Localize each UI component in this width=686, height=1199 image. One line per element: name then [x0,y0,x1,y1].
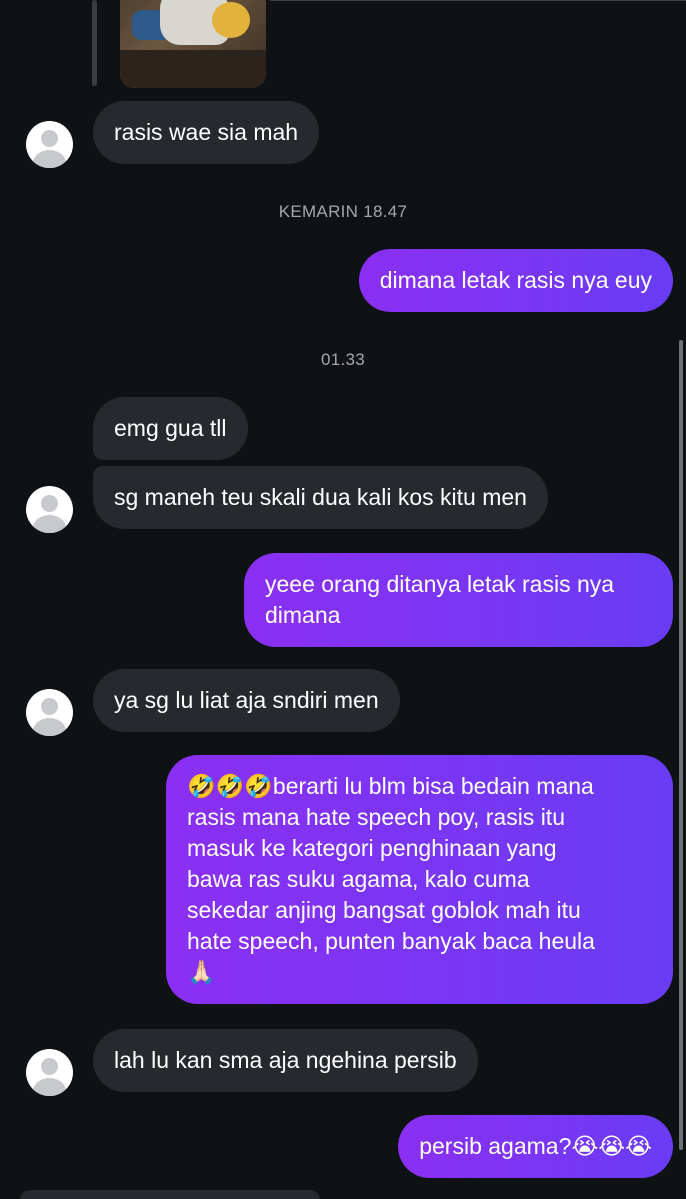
partial-message-bubble [20,1190,320,1199]
timestamp: KEMARIN 18.47 [278,202,408,221]
incoming-message-bubble[interactable]: lah lu kan sma aja ngehina persib [93,1029,478,1092]
reply-indicator-bar [92,0,97,86]
avatar[interactable] [26,1049,73,1096]
avatar[interactable] [26,486,73,533]
avatar[interactable] [26,689,73,736]
incoming-message-bubble[interactable]: emg gua tll [93,397,248,460]
incoming-message-bubble[interactable]: ya sg lu liat aja sndiri men [93,669,400,732]
top-divider [270,0,686,1]
outgoing-message-bubble[interactable]: yeee orang ditanya letak rasis nya diman… [244,553,673,647]
timestamp: 01.33 [320,350,366,369]
scrollbar[interactable] [679,340,683,1150]
shared-image-thumbnail[interactable] [120,0,266,88]
outgoing-message-bubble[interactable]: persib agama?😭😭😭 [398,1115,673,1178]
incoming-message-bubble[interactable]: sg maneh teu skali dua kali kos kitu men [93,466,548,529]
outgoing-message-bubble[interactable]: 🤣🤣🤣berarti lu blm bisa bedain mana rasis… [166,755,673,1004]
outgoing-message-bubble[interactable]: dimana letak rasis nya euy [358,249,673,312]
incoming-message-bubble[interactable]: rasis wae sia mah [93,101,320,164]
avatar[interactable] [26,121,73,168]
